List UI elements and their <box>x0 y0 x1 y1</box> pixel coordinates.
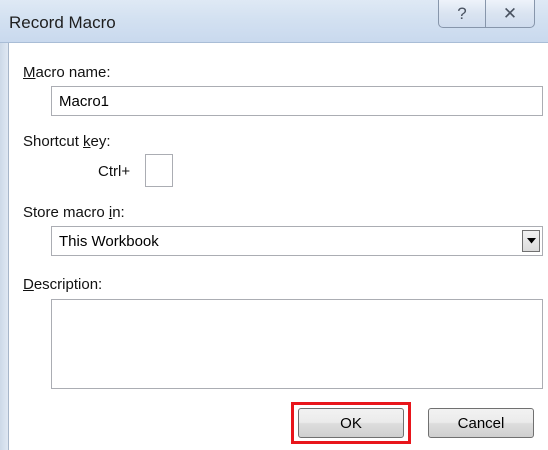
close-button[interactable]: ✕ <box>485 0 535 28</box>
ctrl-prefix-label: Ctrl+ <box>98 163 131 180</box>
dialog-title: Record Macro <box>9 13 116 32</box>
title-bar: Record Macro ? ✕ <box>0 0 548 43</box>
ok-button[interactable]: OK <box>298 408 404 438</box>
window-frame <box>0 43 9 450</box>
store-macro-value: This Workbook <box>59 233 159 250</box>
macro-name-input[interactable] <box>51 86 543 116</box>
shortcut-key-input[interactable] <box>145 154 173 187</box>
cancel-button[interactable]: Cancel <box>428 408 534 438</box>
help-icon: ? <box>457 3 467 23</box>
close-icon: ✕ <box>502 3 518 23</box>
description-label: Description: <box>23 276 103 293</box>
store-macro-label: Store macro in: <box>23 204 125 221</box>
shortcut-key-label: Shortcut key: <box>23 133 111 150</box>
dropdown-button[interactable] <box>522 230 540 252</box>
description-textarea[interactable] <box>51 299 543 389</box>
store-macro-select[interactable]: This Workbook <box>51 226 543 256</box>
help-button[interactable]: ? <box>438 0 486 28</box>
macro-name-label: Macro name: <box>23 64 111 81</box>
dropdown-arrow-icon <box>526 238 536 244</box>
